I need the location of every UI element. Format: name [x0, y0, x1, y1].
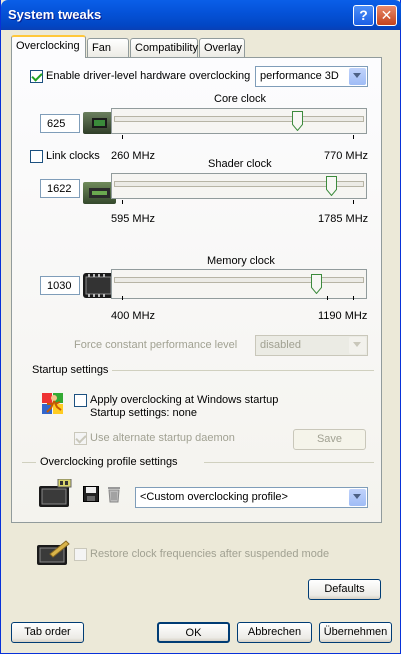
trash-icon	[108, 487, 120, 503]
tab-order-button[interactable]: Tab order	[11, 622, 84, 643]
enable-overclocking-label: Enable driver-level hardware overclockin…	[46, 70, 251, 82]
slider-tick	[353, 135, 354, 139]
slider-tick	[122, 135, 123, 139]
slider-tick	[122, 296, 123, 300]
core-clock-slider[interactable]	[111, 108, 367, 134]
chevron-down-icon	[349, 337, 366, 354]
slider-thumb-icon	[292, 111, 304, 132]
tab-compatibility[interactable]: Compatibility	[130, 38, 198, 57]
enable-overclocking-checkbox[interactable]	[30, 70, 43, 83]
ok-button[interactable]: OK	[157, 622, 230, 643]
link-clocks-label: Link clocks	[46, 150, 100, 162]
shader-clock-max-label: 1785 MHz	[318, 213, 369, 225]
alternate-daemon-checkbox[interactable]	[74, 432, 87, 445]
shader-clock-value-field[interactable]: 1622	[40, 179, 80, 198]
tab-label: Compatibility	[135, 42, 198, 54]
shader-clock-value: 1622	[47, 183, 72, 195]
link-clocks-checkbox[interactable]	[30, 150, 43, 163]
group-divider	[112, 370, 374, 371]
group-divider	[22, 462, 36, 463]
restore-chip-icon	[36, 540, 70, 568]
tab-label: Overclocking	[16, 40, 80, 52]
title-bar[interactable]: System tweaks ? ✕	[1, 0, 401, 30]
profile-select-value: <Custom overclocking profile>	[140, 491, 288, 503]
tab-fan[interactable]: Fan	[87, 38, 129, 57]
startup-status-text: Startup settings: none	[90, 407, 198, 419]
memory-clock-min-label: 400 MHz	[111, 310, 156, 322]
performance-mode-value: performance 3D	[260, 70, 339, 82]
force-performance-value: disabled	[260, 339, 301, 351]
apply-button[interactable]: Übernehmen	[319, 622, 392, 643]
system-tweaks-window: System tweaks ? ✕ Overclocking Fan Compa…	[0, 0, 401, 654]
profile-settings-group-label: Overclocking profile settings	[40, 456, 178, 468]
memory-clock-slider-thumb[interactable]	[311, 274, 323, 295]
alternate-daemon-label: Use alternate startup daemon	[90, 432, 235, 444]
running-man-graphic	[42, 393, 63, 414]
core-clock-title: Core clock	[214, 93, 266, 105]
shader-clock-slider-thumb[interactable]	[326, 176, 338, 197]
help-button[interactable]: ?	[353, 5, 374, 26]
memory-clock-value-field[interactable]: 1030	[40, 276, 80, 295]
overclocking-panel: Enable driver-level hardware overclockin…	[11, 57, 382, 523]
apply-at-startup-checkbox[interactable]	[74, 394, 87, 407]
slider-track	[114, 277, 364, 283]
memory-chip-graphic	[85, 274, 112, 297]
memory-clock-value: 1030	[47, 280, 72, 292]
floppy-disk-icon	[83, 486, 99, 502]
slider-tick	[122, 200, 123, 204]
core-clock-value-field[interactable]: 625	[40, 114, 80, 133]
window-title: System tweaks	[8, 7, 102, 22]
slider-thumb-icon	[326, 176, 338, 197]
save-button[interactable]: Save	[293, 429, 366, 450]
save-profile-icon[interactable]	[83, 486, 99, 502]
group-divider	[204, 462, 374, 463]
startup-settings-group-label: Startup settings	[32, 364, 109, 376]
profile-select[interactable]: <Custom overclocking profile>	[135, 487, 368, 508]
shader-clock-min-label: 595 MHz	[111, 213, 156, 225]
profile-chip-graphic	[39, 478, 72, 507]
chevron-down-icon	[349, 68, 366, 85]
running-man-icon	[39, 390, 67, 418]
tab-label: Overlay	[204, 42, 242, 54]
close-button[interactable]: ✕	[376, 5, 397, 26]
slider-thumb-icon	[311, 274, 323, 295]
profile-chip-icon	[38, 478, 72, 509]
tab-overclocking[interactable]: Overclocking	[11, 35, 86, 58]
apply-at-startup-label: Apply overclocking at Windows startup	[90, 394, 279, 406]
delete-profile-icon[interactable]	[107, 486, 121, 503]
force-performance-select[interactable]: disabled	[255, 335, 368, 356]
performance-mode-select[interactable]: performance 3D	[255, 66, 368, 87]
slider-tick	[353, 200, 354, 204]
tab-overlay[interactable]: Overlay	[199, 38, 245, 57]
memory-clock-max-label: 1190 MHz	[318, 310, 368, 322]
core-clock-min-label: 260 MHz	[111, 150, 156, 162]
slider-tick	[327, 296, 328, 300]
slider-tick	[353, 296, 354, 300]
defaults-button[interactable]: Defaults	[308, 579, 381, 600]
restore-chip-graphic	[37, 540, 70, 565]
slider-track	[114, 116, 364, 122]
memory-chip-icon	[83, 273, 114, 298]
core-clock-slider-thumb[interactable]	[292, 111, 304, 132]
shader-clock-title: Shader clock	[208, 158, 272, 170]
restore-clock-label: Restore clock frequencies after suspende…	[90, 548, 330, 560]
tab-label: Fan	[92, 42, 111, 54]
memory-clock-title: Memory clock	[207, 255, 275, 267]
force-performance-label: Force constant performance level	[74, 339, 238, 351]
restore-clock-checkbox[interactable]	[74, 548, 87, 561]
memory-clock-slider[interactable]	[111, 269, 367, 299]
cancel-button[interactable]: Abbrechen	[237, 622, 312, 643]
core-clock-max-label: 770 MHz	[324, 150, 369, 162]
chevron-down-icon	[349, 489, 366, 506]
core-clock-value: 625	[47, 118, 66, 130]
